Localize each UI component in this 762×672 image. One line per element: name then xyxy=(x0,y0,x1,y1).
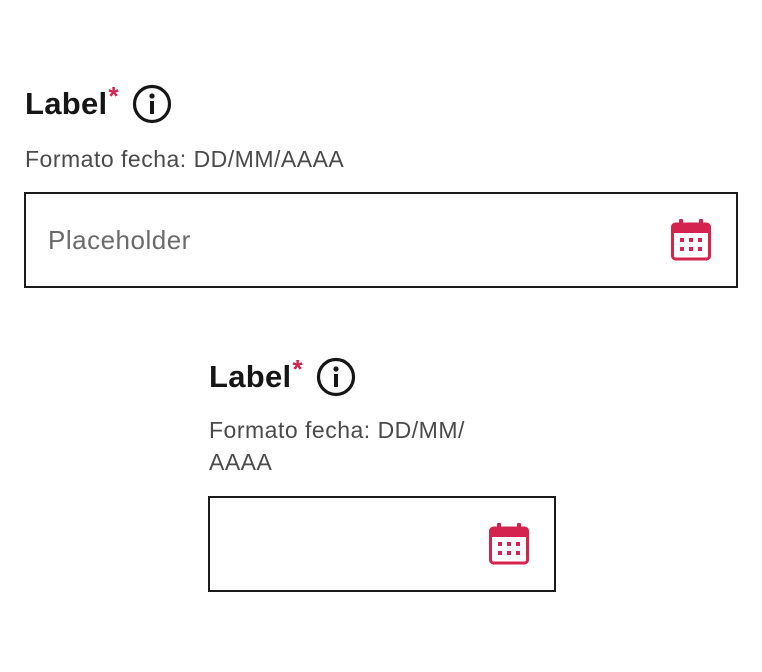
required-asterisk: * xyxy=(108,80,119,111)
date-input-box-wide[interactable] xyxy=(24,192,738,288)
date-input[interactable] xyxy=(232,498,482,590)
date-format-hint: Formato fecha: DD/MM/ AAAA xyxy=(209,414,556,478)
required-asterisk: * xyxy=(292,353,303,384)
field-label-row: Label * xyxy=(209,353,556,397)
field-label: Label xyxy=(25,86,108,121)
date-field-narrow: Label * Formato fecha: DD/MM/ AAAA xyxy=(209,353,556,478)
info-icon[interactable] xyxy=(132,84,172,124)
date-field-wide: Label * Formato fecha: DD/MM/AAAA xyxy=(25,80,738,175)
field-label: Label xyxy=(209,359,292,394)
date-format-hint-line-1: Formato fecha: DD/MM/ xyxy=(209,417,465,443)
date-input-box-narrow[interactable] xyxy=(208,496,556,592)
info-icon[interactable] xyxy=(316,357,356,397)
date-input[interactable] xyxy=(48,194,648,286)
date-format-hint-line-2: AAAA xyxy=(209,449,273,475)
field-label-row: Label * xyxy=(25,80,738,124)
date-format-hint: Formato fecha: DD/MM/AAAA xyxy=(25,146,345,172)
calendar-icon[interactable] xyxy=(489,523,529,565)
calendar-icon[interactable] xyxy=(671,219,711,261)
